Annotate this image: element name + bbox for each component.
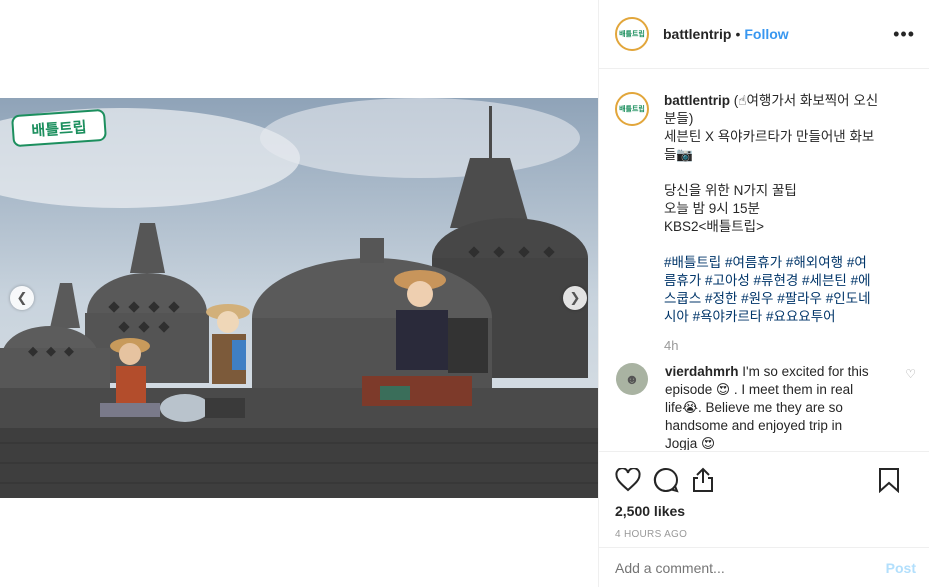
post-header: 배틀트립 battlentrip • Follow ••• — [599, 0, 929, 69]
post-time[interactable]: 4 HOURS AGO — [615, 529, 916, 540]
chevron-right-icon: ❯ — [569, 290, 581, 305]
commenter-avatar[interactable]: ☻ — [616, 363, 648, 395]
avatar[interactable]: 배틀트립 — [615, 17, 649, 51]
caption-line: KBS2<배틀트립> — [664, 219, 764, 234]
caption-line: 오늘 밤 9시 15분 — [664, 201, 760, 216]
caption-line: 세븐틴 X 욕야카르타가 만들어낸 화보 — [664, 129, 875, 144]
commenter-username[interactable]: vierdahmrh — [665, 364, 739, 379]
temple-photo — [0, 98, 598, 498]
comment-line: handsome and enjoyed trip in — [665, 418, 843, 433]
account-name[interactable]: battlentrip — [663, 26, 731, 42]
like-comment-heart-icon[interactable]: ♡ — [905, 367, 916, 381]
next-photo-button[interactable]: ❯ — [563, 286, 587, 310]
caption-text: battlentrip (☝여행가서 화보찍어 오신 분들) 세븐틴 X 욕야카… — [664, 92, 914, 326]
caption-username[interactable]: battlentrip — [664, 93, 730, 108]
photo-logo-text: 배틀트립 — [30, 118, 88, 140]
caption-timestamp[interactable]: 4h — [664, 338, 916, 353]
comment-line: Jogja 😍 — [665, 436, 716, 450]
comment-row: ☻ vierdahmrh I'm so excited for this epi… — [615, 363, 916, 450]
caption-line: 들📷 — [664, 147, 694, 162]
comment-line: I'm so excited for this — [742, 364, 869, 379]
caption-line: 분들) — [664, 111, 694, 126]
hashtag-line[interactable]: #배틀트립 #여름휴가 #해외여행 #여 — [664, 254, 914, 272]
bookmark-icon[interactable] — [878, 467, 916, 493]
likes-count[interactable]: 2,500 likes — [615, 503, 916, 519]
caption-line: 당신을 위한 N가지 꿀팁 — [664, 183, 797, 198]
chevron-left-icon: ❮ — [16, 290, 28, 305]
separator-dot: • — [735, 26, 741, 42]
photo-logo: 배틀트립 — [10, 108, 108, 148]
comment-line: episode 😍 . I meet them in real — [665, 382, 854, 397]
comments-section: 배틀트립 battlentrip (☝여행가서 화보찍어 오신 분들) 세븐틴 … — [599, 70, 929, 450]
post-photo — [0, 98, 598, 498]
action-icons — [615, 460, 916, 500]
hashtag-line[interactable]: 시아 #욕야카르타 #요요요투어 — [664, 308, 914, 326]
caption-line: (☝여행가서 화보찍어 오신 — [733, 93, 879, 108]
caption-avatar[interactable]: 배틀트립 — [615, 92, 649, 126]
more-horizontal-icon[interactable]: ••• — [893, 24, 915, 45]
media-area: 배틀트립 ❮ ❯ — [0, 0, 598, 587]
previous-photo-button[interactable]: ❮ — [10, 286, 34, 310]
add-comment-input[interactable] — [615, 559, 886, 576]
person-icon: ☻ — [624, 371, 640, 387]
follow-button[interactable]: Follow — [744, 26, 788, 42]
hashtag-line[interactable]: 스쿱스 #정한 #원우 #팔라우 #인도네 — [664, 290, 914, 308]
post-details-panel: 배틀트립 battlentrip • Follow ••• 배틀트립 battl… — [598, 0, 929, 587]
add-comment-bar: Post — [599, 547, 929, 587]
share-icon[interactable] — [691, 467, 729, 493]
avatar-logo-text: 배틀트립 — [619, 106, 645, 113]
comment-text: vierdahmrh I'm so excited for this episo… — [665, 363, 885, 450]
post-actions: 2,500 likes 4 HOURS AGO — [599, 451, 929, 547]
heart-icon[interactable] — [615, 468, 653, 492]
post-comment-button[interactable]: Post — [886, 560, 916, 576]
comment-line: life😭. Believe me they are so — [665, 400, 843, 415]
instagram-post-window: 배틀트립 ❮ ❯ 배틀트립 battlentrip • Follow ••• 배… — [0, 0, 929, 587]
hashtag-line[interactable]: 름휴가 #고아성 #류현경 #세븐틴 #에 — [664, 272, 914, 290]
avatar-logo-text: 배틀트립 — [619, 31, 645, 38]
comment-icon[interactable] — [653, 467, 691, 493]
caption-row: 배틀트립 battlentrip (☝여행가서 화보찍어 오신 분들) 세븐틴 … — [615, 92, 916, 326]
